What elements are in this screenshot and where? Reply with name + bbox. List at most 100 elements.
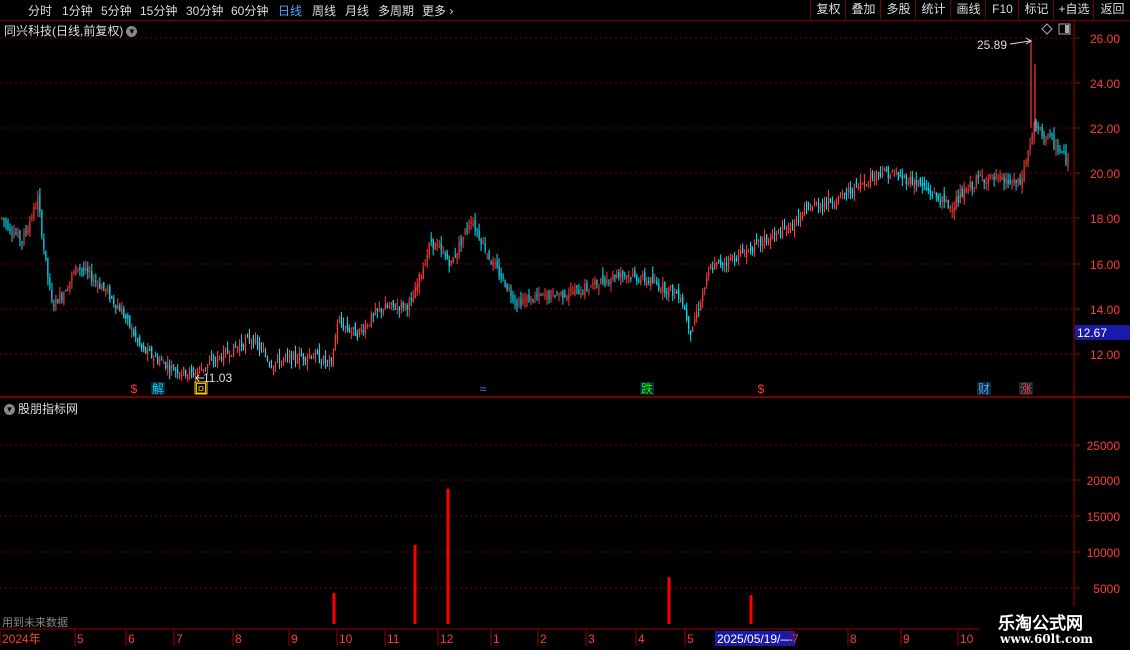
candle-body xyxy=(1029,144,1031,151)
candle-body xyxy=(979,175,981,177)
candle-body xyxy=(35,207,37,209)
candle-body xyxy=(799,214,802,222)
candle-body xyxy=(47,258,49,278)
candle-body xyxy=(815,202,818,206)
candle-body xyxy=(1063,150,1065,152)
candle-body xyxy=(344,326,346,328)
candle-body xyxy=(129,315,131,328)
candle-body xyxy=(21,241,23,243)
candle-body xyxy=(618,271,620,278)
candle-body xyxy=(442,251,444,253)
candle-body xyxy=(11,233,13,235)
candle-body xyxy=(528,294,530,303)
candle-body xyxy=(730,258,732,261)
candle-body xyxy=(211,357,213,360)
indicator-bar xyxy=(332,593,336,624)
candle-body xyxy=(929,189,931,194)
candle-body xyxy=(378,308,380,310)
candle-body xyxy=(95,280,97,282)
candle-body xyxy=(235,346,237,348)
candle-body xyxy=(406,305,408,310)
candle-body xyxy=(668,287,670,297)
candle-body xyxy=(766,234,768,243)
candle-body xyxy=(350,331,352,333)
candle-body xyxy=(310,355,312,358)
candle-body xyxy=(448,259,450,267)
candle-body xyxy=(718,259,720,262)
candle-body xyxy=(330,358,332,361)
candle-body xyxy=(382,309,384,314)
candle-body xyxy=(195,372,197,375)
candle-body xyxy=(296,360,298,364)
candle-body xyxy=(402,302,404,309)
candle-body xyxy=(522,300,524,304)
candle-body xyxy=(646,281,648,285)
candle-body xyxy=(39,193,41,213)
candle-body xyxy=(1053,134,1055,149)
candle-body xyxy=(943,193,945,202)
candle-body xyxy=(512,294,514,301)
candle-body xyxy=(758,239,760,241)
candle-body xyxy=(734,258,736,262)
candle-body xyxy=(229,356,231,358)
candle-body xyxy=(227,348,229,354)
candle-body xyxy=(1027,150,1029,163)
candle-body xyxy=(909,176,911,184)
candle-body xyxy=(907,183,909,185)
candle-body xyxy=(89,270,91,272)
candle-body xyxy=(408,301,410,310)
candle-body xyxy=(250,340,253,343)
candle-body xyxy=(702,292,704,302)
candle-body xyxy=(99,282,101,288)
candle-body xyxy=(859,181,861,190)
candle-body xyxy=(25,231,27,232)
candle-body xyxy=(843,193,845,195)
candle-body xyxy=(570,289,572,291)
info-marker: ≈ xyxy=(480,382,487,396)
candle-body xyxy=(167,363,169,369)
candle-body xyxy=(562,290,564,298)
candle-body xyxy=(622,271,624,275)
candle-body xyxy=(370,314,372,327)
candle-body xyxy=(1059,150,1061,152)
candle-body xyxy=(117,305,119,309)
candle-body xyxy=(961,188,963,197)
candle-body xyxy=(642,274,644,276)
indicator-bars xyxy=(332,488,753,624)
time-axis-label: 8 xyxy=(850,632,857,646)
candle-body xyxy=(676,292,678,294)
candlesticks xyxy=(1,39,1069,383)
candle-body xyxy=(917,180,919,186)
candle-body xyxy=(13,232,15,238)
chevron-down-icon[interactable]: ▼ xyxy=(4,404,15,416)
candle-body xyxy=(7,222,9,230)
candle-body xyxy=(71,274,73,282)
candle-body xyxy=(1009,180,1011,184)
candle-body xyxy=(223,350,225,365)
candle-body xyxy=(416,284,418,292)
candle-body xyxy=(5,219,7,224)
candle-body xyxy=(1035,120,1037,127)
time-axis-label: 12 xyxy=(440,632,454,646)
candle-body xyxy=(322,356,324,365)
price-tick: 22.00 xyxy=(1090,122,1120,136)
candle-body xyxy=(833,204,835,207)
candle-body xyxy=(131,327,133,331)
candle-body xyxy=(394,308,396,310)
candle-body xyxy=(736,257,738,261)
candle-body xyxy=(752,248,754,253)
candle-body xyxy=(628,274,630,277)
candle-body xyxy=(590,286,592,288)
candle-body xyxy=(901,174,903,179)
candle-body xyxy=(921,182,923,186)
candle-body xyxy=(434,242,436,250)
candle-body xyxy=(1015,180,1017,184)
candle-body xyxy=(496,261,498,268)
candle-body xyxy=(987,178,989,185)
candle-body xyxy=(153,358,155,361)
candle-body xyxy=(873,175,875,182)
chart-canvas[interactable]: 26.00 24.00 22.00 20.00 18.00 16.00 14.0… xyxy=(0,0,1130,650)
candle-body xyxy=(55,296,57,305)
candle-body xyxy=(740,251,742,253)
candle-body xyxy=(256,339,259,344)
